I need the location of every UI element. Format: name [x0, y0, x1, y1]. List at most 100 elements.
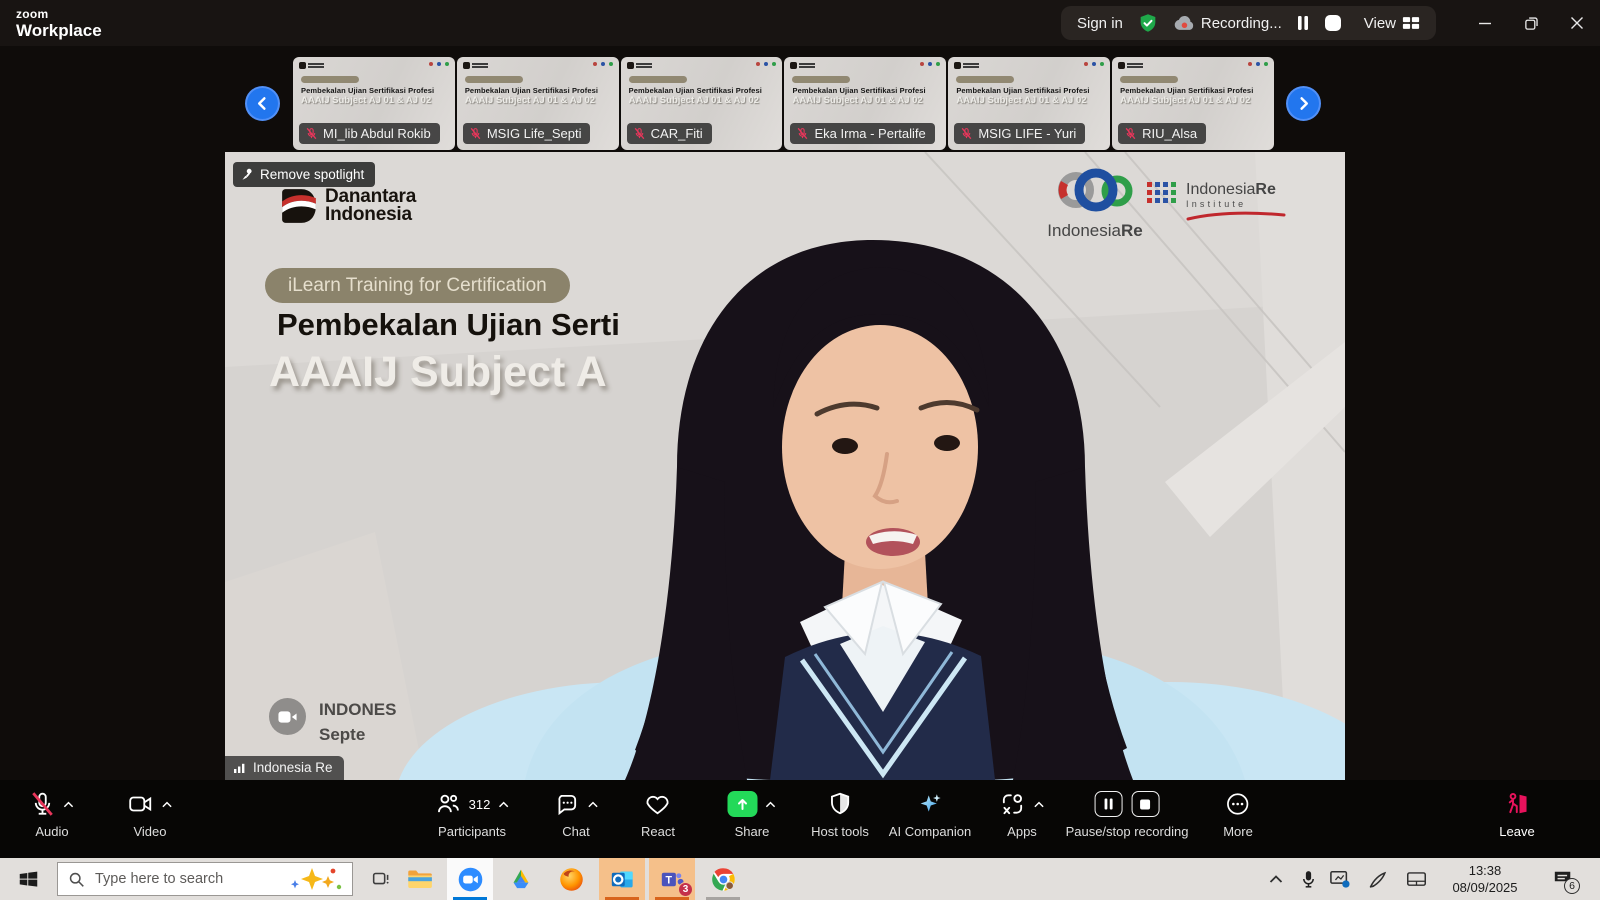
- maximize-button[interactable]: [1508, 0, 1554, 46]
- mic-muted-icon: [469, 127, 482, 140]
- chevron-up-icon[interactable]: [161, 800, 173, 809]
- mic-muted-icon: [305, 127, 318, 140]
- chevron-up-icon[interactable]: [765, 800, 777, 809]
- chat-button[interactable]: Chat: [553, 789, 599, 839]
- danantara-mark-icon: [281, 188, 317, 224]
- tile-subtitle: Pembekalan Ujian Sertifikasi Profesi: [301, 86, 434, 95]
- tray-display-status-icon[interactable]: [1323, 858, 1357, 900]
- search-input[interactable]: [93, 870, 280, 888]
- security-shield-icon[interactable]: [1137, 12, 1159, 34]
- tile-logo-dots: [1248, 62, 1268, 66]
- tile-danantara-mark: [1118, 62, 1125, 69]
- video-button[interactable]: Video: [127, 789, 173, 839]
- apps-label: Apps: [1007, 824, 1037, 839]
- taskbar-clock[interactable]: 13:38 08/09/2025: [1438, 863, 1532, 897]
- remove-spotlight-button[interactable]: Remove spotlight: [233, 162, 375, 187]
- firefox-app[interactable]: [548, 858, 594, 900]
- institute-dots-icon: [1147, 182, 1177, 208]
- tray-microphone-icon[interactable]: [1291, 858, 1325, 900]
- tile-danantara-mark: [790, 62, 797, 69]
- participant-tile[interactable]: Pembekalan Ujian Sertifikasi Profesi AAA…: [621, 57, 783, 150]
- tile-banner-pill: [301, 76, 359, 83]
- participant-tile[interactable]: Pembekalan Ujian Sertifikasi Profesi AAA…: [457, 57, 619, 150]
- leave-button[interactable]: Leave: [1499, 789, 1534, 839]
- stop-recording-button[interactable]: [1324, 14, 1342, 32]
- chevron-up-icon[interactable]: [1033, 800, 1045, 809]
- outlook-app[interactable]: [599, 858, 645, 900]
- participant-tile[interactable]: Pembekalan Ujian Sertifikasi Profesi AAA…: [293, 57, 455, 150]
- teams-app[interactable]: T 3: [649, 858, 695, 900]
- ai-sparkle-icon: [916, 791, 944, 817]
- camera-watermark-icon: [269, 698, 306, 735]
- ai-companion-button[interactable]: AI Companion: [889, 789, 971, 839]
- tile-logos: [463, 62, 613, 69]
- share-icon: [728, 791, 758, 817]
- tray-show-hidden-icons[interactable]: [1259, 858, 1293, 900]
- close-button[interactable]: [1554, 0, 1600, 46]
- recording-controls: Pause/stop recording: [1066, 789, 1189, 839]
- participant-tiles: Pembekalan Ujian Sertifikasi Profesi AAA…: [293, 57, 1274, 150]
- tile-subtitle: Pembekalan Ujian Sertifikasi Profesi: [792, 86, 925, 95]
- tile-logo-dots: [756, 62, 776, 66]
- participant-name-label: CAR_Fiti: [627, 123, 712, 144]
- chevron-up-icon[interactable]: [587, 800, 599, 809]
- tile-subtitle: Pembekalan Ujian Sertifikasi Profesi: [465, 86, 598, 95]
- pause-recording-button[interactable]: [1094, 791, 1122, 817]
- tile-title: AAAIJ Subject AJ 01 & AJ 02: [629, 95, 759, 106]
- chevron-up-icon[interactable]: [63, 800, 75, 809]
- start-button[interactable]: [6, 858, 50, 900]
- mic-muted-icon: [796, 127, 809, 140]
- windows-logo-icon: [18, 869, 39, 890]
- search-highlights-sparkle-icon[interactable]: [288, 866, 344, 892]
- tile-banner-pill: [1120, 76, 1178, 83]
- remove-spotlight-label: Remove spotlight: [260, 167, 364, 182]
- participant-name-label: MSIG Life_Septi: [463, 123, 591, 144]
- sign-in-button[interactable]: Sign in: [1077, 15, 1123, 32]
- spotlight-name-label: Indonesia Re: [225, 756, 344, 780]
- file-explorer-icon: [406, 866, 433, 893]
- chrome-app[interactable]: [700, 858, 746, 900]
- banner-pill: iLearn Training for Certification: [265, 268, 570, 303]
- tile-logo-dots: [920, 62, 940, 66]
- react-button[interactable]: React: [641, 789, 675, 839]
- apps-button[interactable]: Apps: [999, 789, 1045, 839]
- google-drive-app[interactable]: [498, 858, 544, 900]
- tray-pen-icon[interactable]: [1360, 858, 1394, 900]
- more-button[interactable]: More: [1223, 789, 1253, 839]
- notification-center-button[interactable]: 6: [1540, 858, 1586, 900]
- participant-tile[interactable]: Pembekalan Ujian Sertifikasi Profesi AAA…: [1112, 57, 1274, 150]
- chevron-up-icon[interactable]: [497, 800, 509, 809]
- react-label: React: [641, 824, 675, 839]
- taskbar-search: [57, 862, 353, 896]
- participants-icon: [435, 791, 462, 817]
- host-tools-label: Host tools: [811, 824, 869, 839]
- tray-touchpad-icon[interactable]: [1399, 858, 1433, 900]
- filmstrip-prev-button[interactable]: [245, 86, 280, 121]
- audio-label: Audio: [35, 824, 68, 839]
- recording-indicator: Recording...: [1173, 15, 1282, 32]
- view-button[interactable]: View: [1364, 15, 1420, 32]
- search-icon: [68, 871, 85, 888]
- presentation-title-line2: AAAIJ Subject A: [269, 348, 607, 397]
- participants-button[interactable]: 312 Participants: [435, 789, 510, 839]
- view-grid-icon: [1402, 15, 1420, 31]
- sign-in-label: Sign in: [1077, 15, 1123, 32]
- stop-recording-button[interactable]: [1131, 791, 1159, 817]
- filmstrip-next-button[interactable]: [1286, 86, 1321, 121]
- share-button[interactable]: Share: [728, 789, 777, 839]
- more-ellipsis-icon: [1225, 791, 1252, 817]
- more-label: More: [1223, 824, 1253, 839]
- participant-tile[interactable]: Pembekalan Ujian Sertifikasi Profesi AAA…: [784, 57, 946, 150]
- minimize-button[interactable]: [1462, 0, 1508, 46]
- participant-name: MI_lib Abdul Rokib: [323, 126, 431, 141]
- participant-tile[interactable]: Pembekalan Ujian Sertifikasi Profesi AAA…: [948, 57, 1110, 150]
- zoom-app[interactable]: [447, 858, 493, 900]
- file-explorer-app[interactable]: [396, 858, 442, 900]
- audio-button[interactable]: Audio: [30, 789, 75, 839]
- pause-recording-button[interactable]: [1296, 15, 1310, 31]
- host-tools-button[interactable]: Host tools: [811, 789, 869, 839]
- zoom-app-icon: [457, 866, 484, 893]
- connection-bars-icon: [233, 762, 247, 774]
- recording-label: Recording...: [1201, 15, 1282, 32]
- danantara-logo: Danantara Indonesia: [281, 188, 416, 224]
